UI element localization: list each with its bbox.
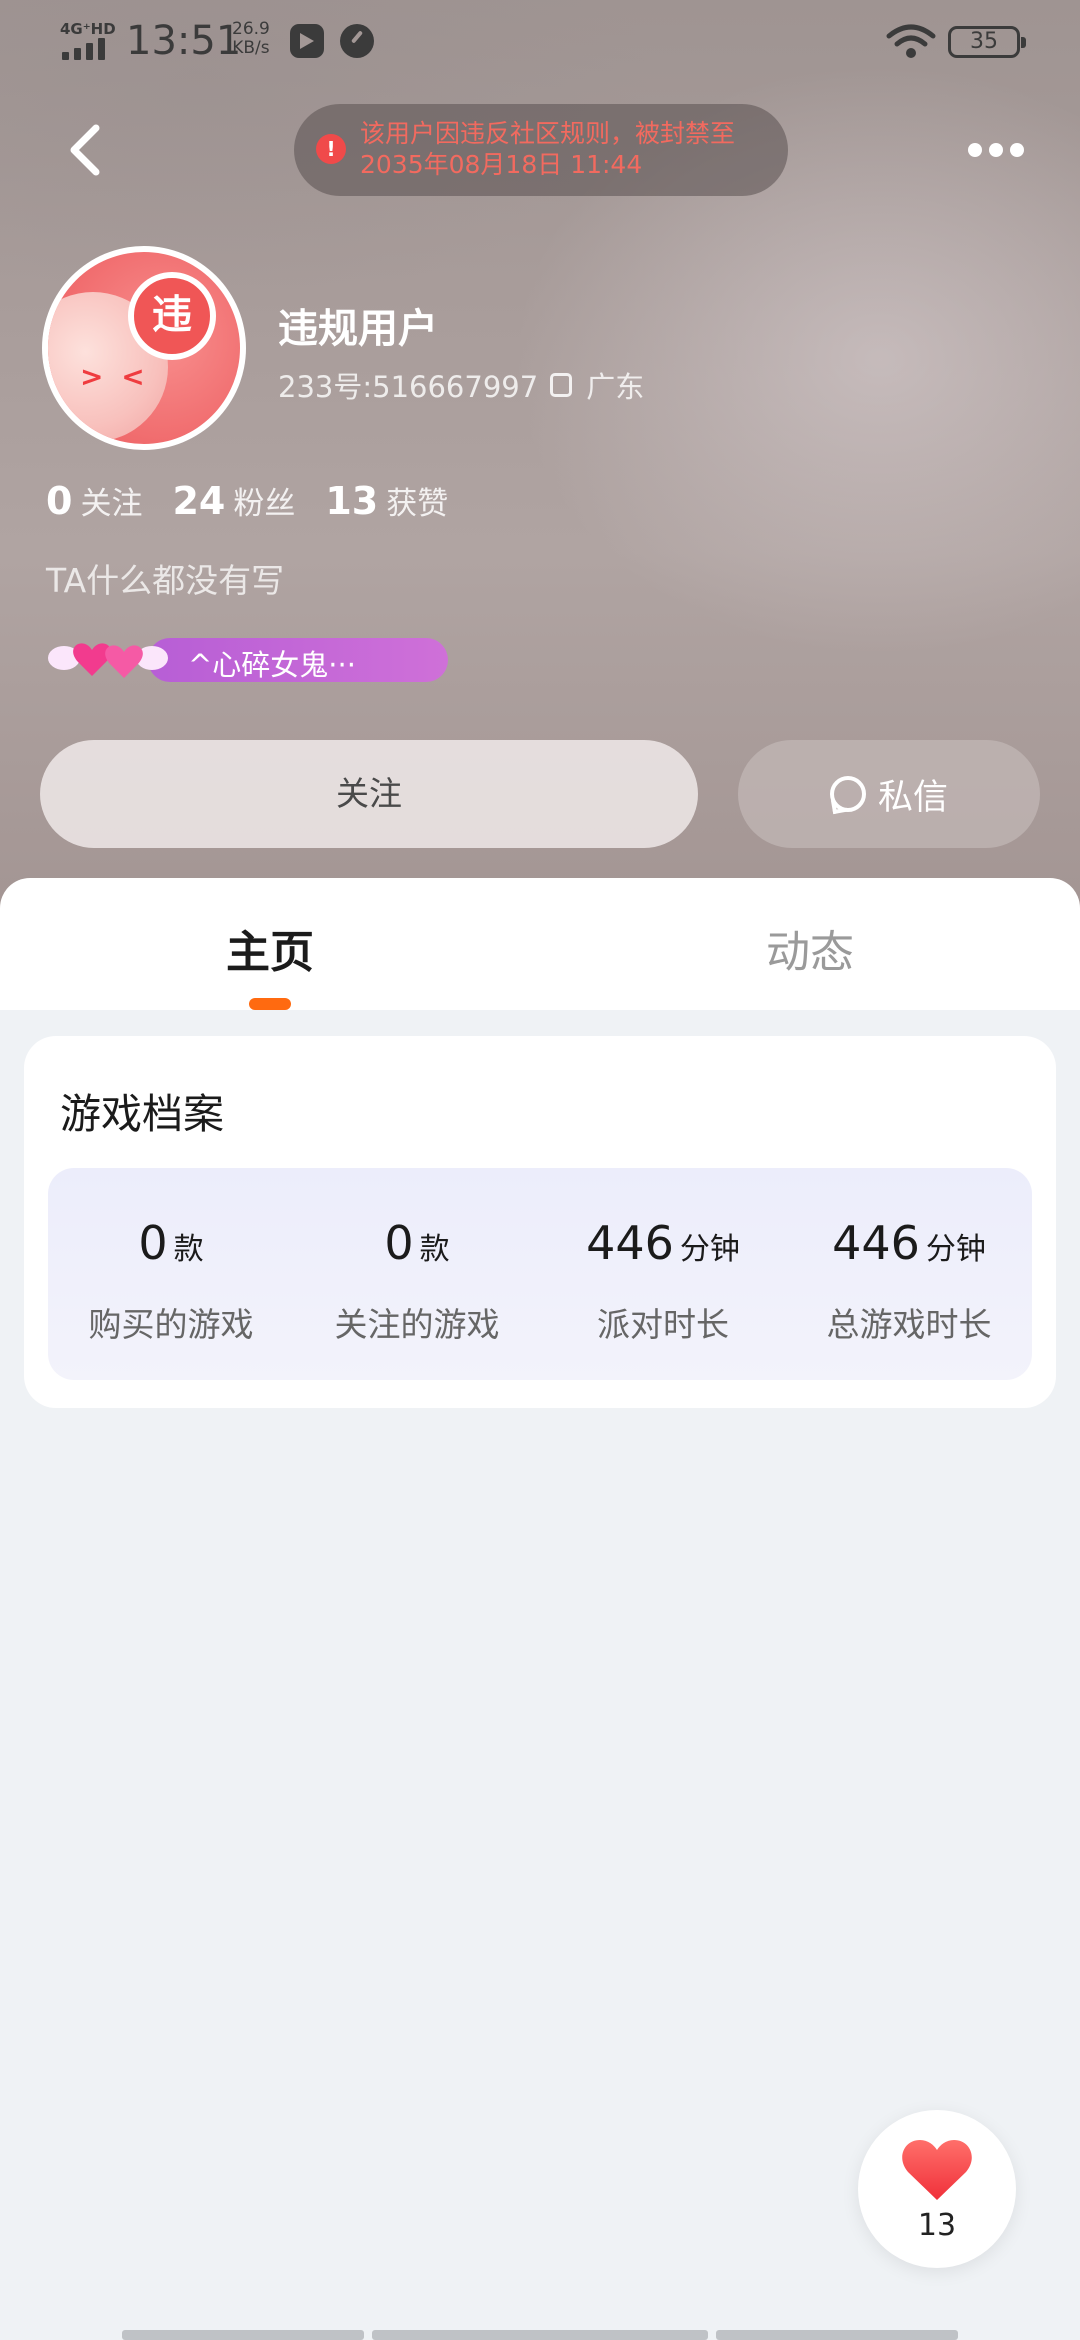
tab-home[interactable]: 主页 bbox=[226, 916, 314, 980]
metric-number: 0 bbox=[138, 1216, 168, 1270]
ban-notice-line2: 2035年08月18日 11:44 bbox=[360, 150, 643, 179]
metric-label: 派对时长 bbox=[597, 1305, 729, 1344]
copy-icon[interactable] bbox=[550, 373, 573, 397]
stat-followers[interactable]: 24 粉丝 bbox=[172, 478, 295, 523]
clock: 13:51 bbox=[126, 18, 242, 64]
metric-number: 446 bbox=[832, 1216, 920, 1270]
follow-button[interactable]: 关注 bbox=[40, 740, 698, 848]
user-location: 广东 bbox=[586, 370, 645, 404]
metric-label: 关注的游戏 bbox=[334, 1305, 500, 1344]
active-tab-indicator bbox=[249, 998, 291, 1010]
username: 违规用户 bbox=[278, 306, 438, 352]
metric-label: 购买的游戏 bbox=[88, 1305, 254, 1344]
network-speed-value: 26.9 bbox=[232, 19, 270, 39]
battery-icon: 35 bbox=[948, 26, 1026, 58]
metric-label: 总游戏时长 bbox=[826, 1305, 992, 1344]
metric-purchased-games[interactable]: 0款 购买的游戏 bbox=[48, 1168, 294, 1380]
network-indicator: 4G⁺HD bbox=[60, 20, 116, 38]
title-badge[interactable]: ^心碎女鬼··· bbox=[48, 634, 448, 686]
back-arrow-icon[interactable] bbox=[60, 120, 120, 180]
stat-likes[interactable]: 13 获赞 bbox=[325, 478, 448, 523]
chat-bubble-icon bbox=[829, 776, 866, 812]
violation-badge: 违 bbox=[128, 272, 216, 360]
gesture-bar-center bbox=[372, 2330, 708, 2340]
profile-tabs: 主页 动态 bbox=[0, 878, 1080, 1010]
gesture-bar-left bbox=[122, 2330, 364, 2340]
message-button[interactable]: 私信 bbox=[738, 740, 1040, 848]
ban-notice: ! 该用户因违反社区规则，被封禁至 2035年08月18日 11:44 bbox=[294, 104, 788, 196]
media-app-icon bbox=[290, 24, 324, 58]
metric-value: 0款 bbox=[48, 1216, 294, 1270]
title-badge-label: ^心碎女鬼··· bbox=[188, 648, 356, 682]
profile-stats: 0 关注 24 粉丝 13 获赞 bbox=[46, 478, 478, 523]
metric-number: 0 bbox=[384, 1216, 414, 1270]
like-count: 13 bbox=[917, 2208, 957, 2243]
profile-bio: TA什么都没有写 bbox=[46, 561, 285, 600]
game-profile-card: 游戏档案 0款 购买的游戏 0款 关注的游戏 446 分钟 派对时长 446 分… bbox=[24, 1036, 1056, 1408]
metric-number: 446 bbox=[586, 1216, 674, 1270]
game-metrics: 0款 购买的游戏 0款 关注的游戏 446 分钟 派对时长 446 分钟 总游戏… bbox=[48, 1168, 1032, 1380]
metric-unit: 款 bbox=[173, 1232, 204, 1267]
ban-notice-line1: 该用户因违反社区规则，被封禁至 bbox=[360, 119, 736, 148]
metric-unit: 分钟 bbox=[679, 1232, 740, 1267]
status-bar: 4G⁺HD 13:51 26.9 KB/s 35 bbox=[0, 0, 1080, 84]
warning-icon: ! bbox=[316, 134, 346, 164]
user-id-row: 233号:516667997 广东 bbox=[278, 364, 644, 406]
metric-followed-games[interactable]: 0款 关注的游戏 bbox=[294, 1168, 540, 1380]
profile-page: 4G⁺HD 13:51 26.9 KB/s 35 ! 该用户因违反社区规则，被封… bbox=[0, 0, 1080, 2340]
stat-following[interactable]: 0 关注 bbox=[46, 478, 142, 523]
winged-hearts-icon bbox=[48, 643, 168, 678]
stat-likes-count: 13 bbox=[325, 479, 379, 523]
user-id: 233号:516667997 bbox=[278, 370, 539, 404]
metric-unit: 款 bbox=[419, 1232, 450, 1267]
metric-total-play-time[interactable]: 446 分钟 总游戏时长 bbox=[786, 1168, 1032, 1380]
speedometer-icon bbox=[340, 24, 374, 58]
stat-followers-label: 粉丝 bbox=[233, 486, 296, 522]
gesture-bar-right bbox=[716, 2330, 958, 2340]
game-profile-title: 游戏档案 bbox=[60, 1090, 224, 1138]
metric-party-time[interactable]: 446 分钟 派对时长 bbox=[540, 1168, 786, 1380]
signal-icon bbox=[62, 38, 108, 60]
more-options-icon[interactable] bbox=[966, 140, 1026, 160]
metric-value: 0款 bbox=[294, 1216, 540, 1270]
metric-value: 446 分钟 bbox=[540, 1216, 786, 1270]
like-button[interactable]: 13 bbox=[858, 2110, 1016, 2268]
ban-notice-text: 该用户因违反社区规则，被封禁至 2035年08月18日 11:44 bbox=[360, 118, 780, 180]
network-speed: 26.9 KB/s bbox=[232, 20, 270, 58]
message-button-label: 私信 bbox=[877, 777, 948, 818]
heart-icon bbox=[902, 2140, 972, 2200]
wifi-icon bbox=[886, 24, 936, 58]
stat-followers-count: 24 bbox=[172, 479, 226, 523]
metric-value: 446 分钟 bbox=[786, 1216, 1032, 1270]
network-speed-unit: KB/s bbox=[232, 38, 270, 58]
stat-likes-label: 获赞 bbox=[386, 486, 449, 522]
tab-feed[interactable]: 动态 bbox=[766, 916, 854, 980]
stat-following-label: 关注 bbox=[80, 486, 143, 522]
metric-unit: 分钟 bbox=[925, 1232, 986, 1267]
avatar-face-icon: > < bbox=[80, 360, 149, 393]
stat-following-count: 0 bbox=[46, 479, 73, 523]
